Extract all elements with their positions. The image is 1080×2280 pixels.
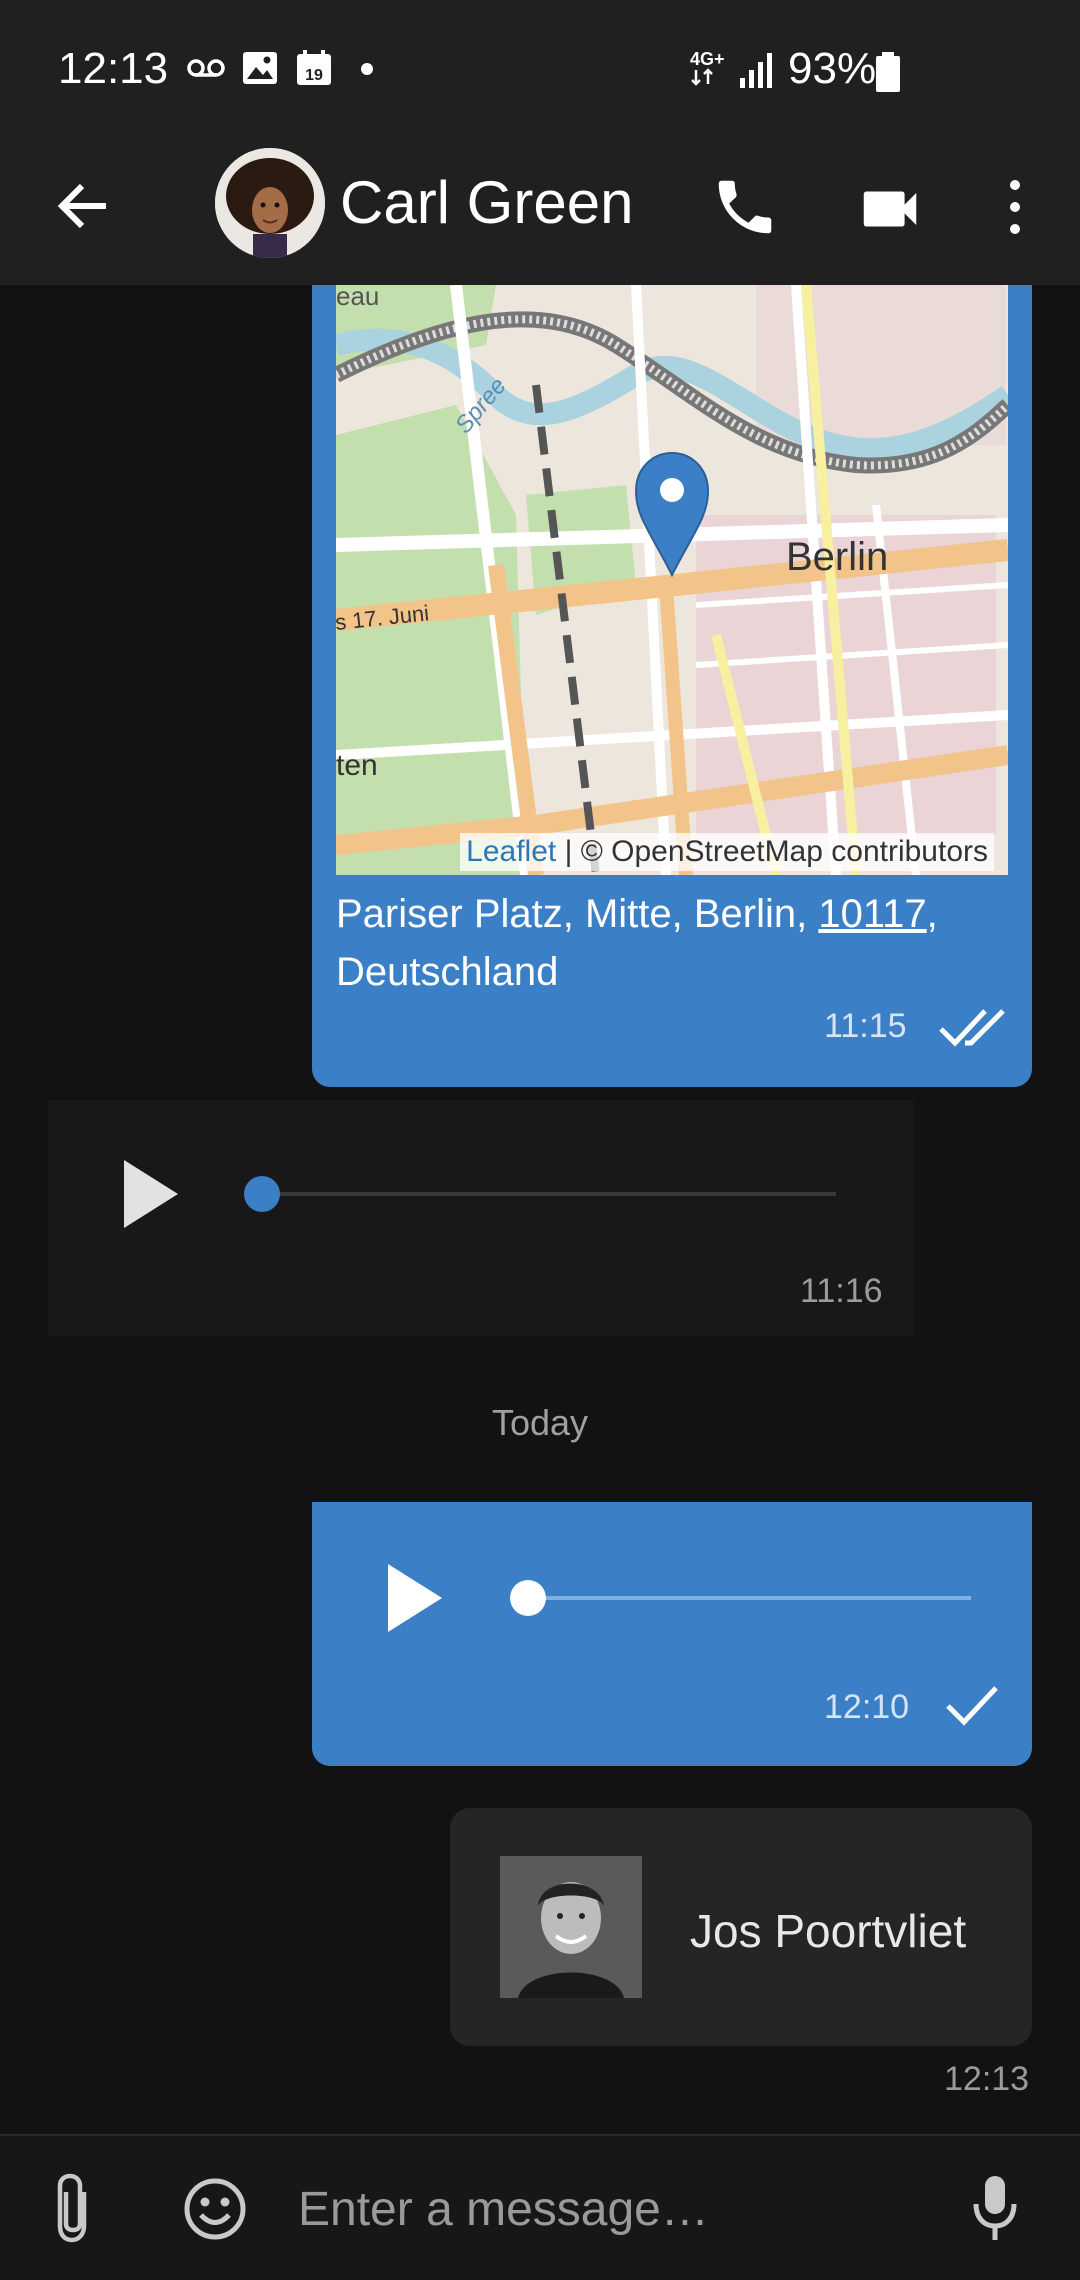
map-label-berlin: Berlin bbox=[786, 535, 888, 579]
contact-avatar[interactable] bbox=[215, 148, 325, 258]
gallery-icon bbox=[240, 48, 280, 93]
chat-screen: 12:13 19 4G+ 93% Carl Green Berlin Spree… bbox=[0, 0, 1080, 2280]
contact-card-name: Jos Poortvliet bbox=[690, 1905, 967, 1957]
map-label-edge-top: eau bbox=[336, 285, 379, 311]
microphone-icon[interactable] bbox=[970, 2172, 1020, 2244]
play-icon[interactable] bbox=[120, 1156, 182, 1237]
play-icon[interactable] bbox=[384, 1560, 446, 1641]
calendar-day: 19 bbox=[305, 67, 323, 84]
status-time: 12:13 bbox=[58, 44, 169, 93]
network-type: 4G+ bbox=[690, 50, 730, 86]
signal-icon bbox=[738, 50, 776, 95]
map-label-edge-bottom: ten bbox=[336, 749, 378, 782]
more-options-icon[interactable] bbox=[1000, 172, 1030, 242]
message-composer bbox=[0, 2134, 1080, 2280]
message-time: 12:10 bbox=[824, 1688, 910, 1726]
double-check-icon bbox=[937, 1003, 1009, 1056]
back-arrow-icon[interactable] bbox=[50, 172, 118, 240]
emoji-icon[interactable] bbox=[182, 2176, 248, 2242]
battery-icon bbox=[874, 52, 902, 97]
app-bar: Carl Green bbox=[0, 140, 1080, 285]
date-separator: Today bbox=[491, 1402, 589, 1443]
sent-audio-message: 12:10 bbox=[312, 1502, 1032, 1766]
zip-code-link[interactable]: 10117 bbox=[818, 892, 926, 936]
contact-card-message[interactable]: Jos Poortvliet bbox=[450, 1808, 1032, 2046]
message-time: 11:15 bbox=[824, 1007, 907, 1045]
location-address: Pariser Platz, Mitte, Berlin, 10117, Deu… bbox=[336, 892, 938, 994]
location-message[interactable]: Berlin Spree s 17. Juni eau ten Leaflet … bbox=[312, 285, 1032, 1087]
battery-percent: 93% bbox=[788, 44, 877, 93]
received-audio-message: 11:16 bbox=[48, 1100, 914, 1336]
notification-dot-icon bbox=[360, 62, 374, 81]
map-preview[interactable]: Berlin Spree s 17. Juni eau ten Leaflet … bbox=[336, 285, 1008, 875]
voicemail-icon bbox=[186, 48, 226, 93]
leaflet-link[interactable]: Leaflet bbox=[466, 835, 556, 868]
status-bar: 12:13 19 4G+ 93% bbox=[0, 0, 1080, 140]
message-input[interactable] bbox=[298, 2166, 938, 2252]
phone-icon[interactable] bbox=[710, 172, 780, 242]
seekbar-knob[interactable] bbox=[510, 1580, 546, 1616]
map-attribution: Leaflet | © OpenStreetMap contributors bbox=[460, 833, 994, 871]
message-time: 11:16 bbox=[800, 1272, 883, 1310]
calendar-icon: 19 bbox=[294, 48, 334, 93]
attribution-text: | © OpenStreetMap contributors bbox=[556, 835, 988, 868]
single-check-icon bbox=[944, 1682, 1000, 1735]
contact-name[interactable]: Carl Green bbox=[340, 168, 633, 237]
contact-card-avatar bbox=[500, 1856, 642, 1998]
audio-seekbar[interactable] bbox=[527, 1596, 971, 1600]
audio-seekbar[interactable] bbox=[256, 1192, 836, 1196]
seekbar-knob[interactable] bbox=[244, 1176, 280, 1212]
video-camera-icon[interactable] bbox=[855, 174, 925, 244]
attachment-icon[interactable] bbox=[48, 2172, 98, 2244]
message-time: 12:13 bbox=[944, 2060, 1030, 2098]
